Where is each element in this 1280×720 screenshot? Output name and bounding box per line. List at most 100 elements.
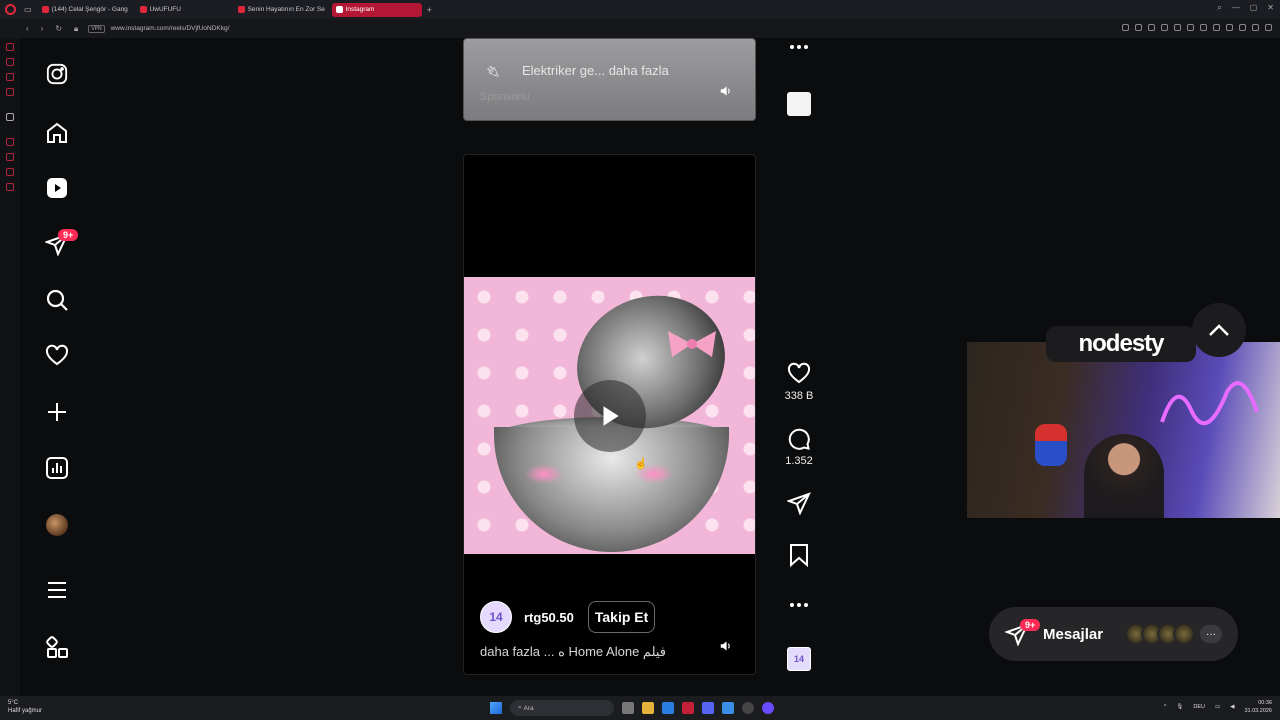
messages-pill[interactable]: 9+ Mesajlar ···	[989, 607, 1238, 661]
play-icon	[603, 406, 619, 426]
window-controls: ⌕ — ▢ ✕	[1217, 3, 1274, 13]
tab-instagram[interactable]: Instagram	[331, 2, 422, 17]
play-button[interactable]	[574, 380, 646, 452]
share-button[interactable]	[783, 491, 815, 515]
x-twitter-icon[interactable]	[6, 113, 14, 121]
notifications-badge: 9+	[58, 229, 79, 241]
profile-avatar[interactable]	[44, 512, 70, 538]
new-tab-button[interactable]: +	[427, 5, 432, 15]
heart-icon[interactable]	[44, 343, 70, 369]
chevron-up-icon[interactable]: ^	[1164, 704, 1167, 710]
scroll-up-button[interactable]	[1192, 303, 1246, 357]
back-icon[interactable]: ‹	[26, 24, 29, 34]
volume-icon[interactable]	[719, 639, 733, 658]
clock[interactable]: 00:36 31.03.2026	[1244, 699, 1272, 715]
follow-button[interactable]: Takip Et	[587, 601, 656, 633]
ad-more-options-button[interactable]	[783, 44, 815, 50]
obs-icon[interactable]	[742, 702, 754, 714]
instagram-favicon-icon	[335, 6, 343, 13]
home-icon[interactable]	[44, 120, 70, 146]
network-icon[interactable]: ▭	[1215, 704, 1220, 710]
store-icon[interactable]	[662, 702, 674, 714]
reel-card[interactable]: ☝ 14 rtg50.50 Takip Et daha fazla ... ه …	[463, 154, 756, 675]
opera-sidebar-item-icon[interactable]	[6, 138, 14, 146]
browser-tab-bar: ▭ (144) Celal Şengör - Gang UwUFUFU Seni…	[0, 0, 1280, 19]
figurine-image	[1035, 424, 1067, 466]
downloads-icon[interactable]	[1239, 24, 1246, 31]
app-icon[interactable]	[762, 702, 774, 714]
more-options-button[interactable]	[783, 602, 815, 608]
opera-sidebar-item-icon[interactable]	[6, 73, 14, 81]
messages-more-button[interactable]: ···	[1200, 625, 1222, 643]
url-field[interactable]: www.instagram.com/reels/DVjfUoNDKkg/	[111, 25, 230, 32]
save-button[interactable]	[783, 543, 815, 567]
opera-icon[interactable]	[682, 702, 694, 714]
share-icon	[787, 492, 811, 515]
opera-sidebar-item-icon[interactable]	[6, 153, 14, 161]
snapshot-icon[interactable]	[1148, 24, 1155, 31]
opera-sidebar-item-icon[interactable]	[6, 58, 14, 66]
taskbar-search[interactable]: ⌕ Ara	[510, 700, 614, 716]
comment-button[interactable]: 1.352	[783, 427, 815, 467]
bookmark-icon[interactable]	[1174, 24, 1181, 31]
chevron-up-icon	[1209, 324, 1229, 336]
language-indicator[interactable]: DEU	[1193, 704, 1205, 710]
ad-reel-card[interactable]: 🔌︎ Elektriker ge... daha fazla Sponsorlu	[463, 38, 756, 121]
reels-icon[interactable]	[44, 175, 70, 201]
search-tabs-icon[interactable]: ⌕	[1217, 3, 1221, 13]
puzzle-icon[interactable]	[1226, 24, 1233, 31]
reel-author: 14 rtg50.50 Takip Et	[480, 601, 656, 633]
zoom-icon[interactable]	[1122, 24, 1129, 31]
volume-icon[interactable]	[719, 84, 733, 103]
avatar[interactable]: 14	[480, 601, 512, 633]
tab-celal[interactable]: (144) Celal Şengör - Gang	[38, 3, 133, 17]
search-icon[interactable]	[44, 287, 70, 313]
tab-uwufufu[interactable]: UwUFUFU	[136, 3, 231, 17]
opera-sidebar-item-icon[interactable]	[6, 168, 14, 176]
author-username[interactable]: rtg50.50	[524, 610, 574, 625]
weather-widget[interactable]: 5°C Hafif yağmur	[8, 699, 42, 715]
insights-icon[interactable]	[44, 455, 70, 481]
opera-sidebar-item-icon[interactable]	[6, 43, 14, 51]
address-bar: ‹ › ↻ 🔒︎ VPN www.instagram.com/reels/DVj…	[0, 19, 1280, 38]
maximize-button[interactable]: ▢	[1250, 3, 1258, 13]
microphone-icon[interactable]: 🎙︎	[1176, 704, 1183, 710]
opera-logo-icon[interactable]	[5, 4, 16, 15]
shield-icon[interactable]	[1161, 24, 1168, 31]
audio-thumbnail[interactable]: 14	[783, 647, 815, 671]
extension-icon[interactable]	[1213, 24, 1220, 31]
forward-icon[interactable]: ›	[41, 24, 44, 34]
vpn-badge[interactable]: VPN	[88, 24, 105, 33]
file-explorer-icon[interactable]	[642, 702, 654, 714]
minimize-button[interactable]: —	[1232, 3, 1240, 13]
close-button[interactable]: ✕	[1267, 3, 1274, 13]
create-plus-icon[interactable]	[44, 399, 70, 425]
bookmark-icon	[790, 544, 808, 567]
like-button[interactable]: 338 B	[783, 362, 815, 402]
windows-start-icon[interactable]	[490, 702, 502, 714]
apps-grid-icon[interactable]	[44, 634, 70, 660]
reload-icon[interactable]: ↻	[55, 24, 62, 34]
app-icon[interactable]	[722, 702, 734, 714]
opera-sidebar-item-icon[interactable]	[6, 88, 14, 96]
reel-caption[interactable]: daha fazla ... ه Home Alone فيلم	[480, 644, 666, 660]
ad-thumbnail[interactable]	[783, 92, 815, 116]
download-icon[interactable]	[1135, 24, 1142, 31]
instagram-logo-icon[interactable]	[44, 61, 70, 87]
weather-condition: Hafif yağmur	[8, 708, 43, 714]
discord-icon[interactable]	[702, 702, 714, 714]
menu-icon[interactable]	[44, 577, 70, 603]
ai-icon[interactable]	[1252, 24, 1259, 31]
ad-caption[interactable]: Elektriker ge... daha fazla	[522, 63, 669, 78]
streamer-image	[1084, 434, 1164, 518]
neon-light-icon	[1160, 381, 1259, 426]
opera-sidebar-item-icon[interactable]	[6, 183, 14, 191]
task-view-icon[interactable]	[622, 702, 634, 714]
tab-senin-hayatinin[interactable]: Senin Hayatının En Zor Se	[234, 3, 329, 17]
reel-video[interactable]: ☝	[464, 277, 755, 554]
play-icon[interactable]	[1187, 24, 1194, 31]
speaker-icon[interactable]: ◀︎	[1230, 704, 1234, 710]
heart-icon[interactable]	[1200, 24, 1207, 31]
tab-list-icon[interactable]: ▭	[24, 5, 32, 14]
menu-icon[interactable]	[1265, 24, 1272, 31]
